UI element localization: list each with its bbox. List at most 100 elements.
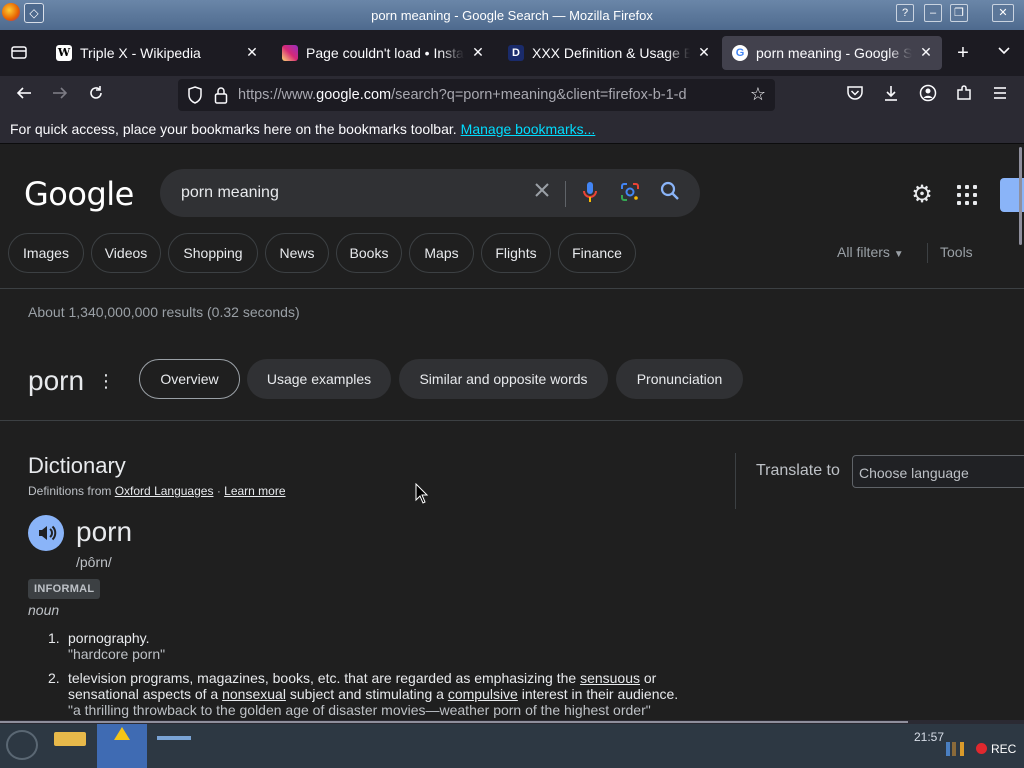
filter-news[interactable]: News [265, 233, 329, 273]
sensuous-link[interactable]: sensuous [580, 670, 640, 686]
search-box[interactable]: porn meaning [160, 169, 700, 217]
forward-icon[interactable] [48, 84, 72, 106]
definition-example: "hardcore porn" [68, 646, 166, 662]
bookmark-star-icon[interactable]: ☆ [747, 84, 769, 106]
search-filters: Images Videos Shopping News Books Maps F… [0, 233, 1024, 273]
search-divider [565, 181, 566, 207]
window-title: porn meaning - Google Search — Mozilla F… [371, 8, 653, 23]
tools-button[interactable]: Tools [940, 244, 973, 260]
phonetic-spelling: /pôrn/ [76, 554, 112, 570]
tab-dictionary[interactable]: D XXX Definition & Usage Examples ✕ [498, 36, 720, 70]
close-tab-icon[interactable]: ✕ [696, 44, 712, 60]
tab-pronunciation[interactable]: Pronunciation [616, 359, 743, 399]
language-select[interactable]: Choose language [852, 455, 1024, 488]
back-icon[interactable] [12, 84, 36, 106]
tracking-protection-icon[interactable] [186, 86, 204, 104]
filter-finance[interactable]: Finance [558, 233, 636, 273]
page-scrollbar[interactable] [1019, 147, 1022, 245]
word-panel-title: porn [28, 365, 85, 396]
tab-similar-opposite-words[interactable]: Similar and opposite words [399, 359, 608, 399]
all-filters-button[interactable]: All filters ▼ [837, 244, 904, 260]
downloads-icon[interactable] [880, 84, 902, 106]
new-tab-icon[interactable]: + [952, 43, 974, 65]
google-logo[interactable]: Google [24, 175, 134, 213]
maximize-button[interactable]: ❐ [950, 4, 968, 22]
bookmarks-message: For quick access, place your bookmarks h… [10, 121, 596, 137]
pocket-icon[interactable] [844, 84, 866, 106]
filter-maps[interactable]: Maps [409, 233, 474, 273]
tab-google[interactable]: G porn meaning - Google Search ✕ [722, 36, 942, 70]
filter-images[interactable]: Images [8, 233, 84, 273]
window-titlebar: ◇ porn meaning - Google Search — Mozilla… [0, 0, 1024, 30]
list-all-tabs-icon[interactable] [994, 43, 1014, 63]
tab-label: Triple X - Wikipedia [80, 45, 238, 61]
filter-books[interactable]: Books [336, 233, 402, 273]
nonsexual-link[interactable]: nonsexual [222, 686, 286, 702]
taskbar: 21:57 REC [0, 724, 1024, 768]
definitions-source: Definitions from Oxford Languages · Lear… [28, 484, 286, 498]
filter-flights[interactable]: Flights [481, 233, 551, 273]
part-of-speech: noun [28, 602, 60, 618]
help-button[interactable]: ? [896, 4, 914, 22]
recording-indicator[interactable]: REC [976, 742, 1024, 758]
filters-divider [927, 243, 928, 263]
oxford-languages-link[interactable]: Oxford Languages [115, 484, 214, 498]
firefox-view-icon[interactable] [8, 43, 30, 63]
pronounce-speaker-icon[interactable] [28, 515, 64, 551]
more-options-icon[interactable]: ⋮ [97, 371, 115, 391]
tab-overview[interactable]: Overview [139, 359, 240, 399]
voice-search-icon[interactable] [578, 181, 602, 205]
tab-wikipedia[interactable]: W Triple X - Wikipedia ✕ [46, 36, 268, 70]
tray-indicator-icon [952, 742, 956, 756]
chevron-down-icon: ▼ [893, 249, 904, 260]
translate-divider [735, 453, 736, 509]
result-stats: About 1,340,000,000 results (0.32 second… [28, 304, 300, 320]
tab-strip: W Triple X - Wikipedia ✕ Page couldn't l… [0, 30, 1024, 76]
start-menu-icon[interactable] [6, 730, 38, 760]
url-text[interactable]: https://www.google.com/search?q=porn+mea… [238, 87, 735, 103]
search-icon[interactable] [658, 181, 682, 205]
headword: porn [76, 516, 133, 547]
manage-bookmarks-link[interactable]: Manage bookmarks... [461, 121, 596, 137]
register-badge: INFORMAL [28, 579, 101, 599]
wikipedia-icon: W [56, 45, 72, 61]
close-window-button[interactable]: ✕ [992, 4, 1014, 22]
close-tab-icon[interactable]: ✕ [244, 44, 260, 60]
extensions-icon[interactable] [953, 84, 975, 106]
clock: 21:57 [914, 730, 945, 744]
google-icon: G [732, 45, 748, 61]
url-bar[interactable]: https://www.google.com/search?q=porn+mea… [178, 79, 775, 111]
tab-usage-examples[interactable]: Usage examples [247, 359, 391, 399]
tab-label: porn meaning - Google Search [756, 45, 912, 61]
search-input[interactable]: porn meaning [181, 184, 279, 202]
tab-label: Page couldn't load • Instagram [306, 45, 464, 61]
settings-gear-icon[interactable]: ⚙ [908, 182, 936, 210]
definition-example: "a thrilling throwback to the golden age… [68, 702, 651, 718]
account-icon[interactable] [917, 84, 939, 106]
header-divider [0, 288, 1024, 289]
lock-icon[interactable] [214, 86, 228, 104]
compulsive-link[interactable]: compulsive [448, 686, 518, 702]
minimize-button[interactable]: – [924, 4, 942, 22]
close-tab-icon[interactable]: ✕ [918, 44, 934, 60]
filter-shopping[interactable]: Shopping [168, 233, 258, 273]
taskbar-window-item[interactable] [157, 736, 191, 740]
tray-indicator-icon [960, 742, 964, 756]
google-apps-icon[interactable] [957, 185, 979, 207]
close-tab-icon[interactable]: ✕ [470, 44, 486, 60]
menu-icon[interactable] [989, 84, 1011, 106]
taskbar-active-app[interactable] [97, 724, 147, 768]
learn-more-link[interactable]: Learn more [224, 484, 285, 498]
tab-label: XXX Definition & Usage Examples [532, 45, 690, 61]
file-manager-icon[interactable] [54, 732, 86, 746]
nav-bar: https://www.google.com/search?q=porn+mea… [0, 76, 1024, 114]
record-dot-icon [976, 743, 987, 754]
clear-search-icon[interactable] [530, 181, 554, 205]
reload-icon[interactable] [84, 84, 108, 106]
lens-search-icon[interactable] [618, 181, 642, 205]
tab-instagram[interactable]: Page couldn't load • Instagram ✕ [272, 36, 494, 70]
dictionary-icon: D [508, 45, 524, 61]
dictionary-title: Dictionary [28, 453, 126, 478]
google-results-page: Google porn meaning ⚙ Images Videos Shop… [0, 145, 1024, 720]
filter-videos[interactable]: Videos [91, 233, 161, 273]
